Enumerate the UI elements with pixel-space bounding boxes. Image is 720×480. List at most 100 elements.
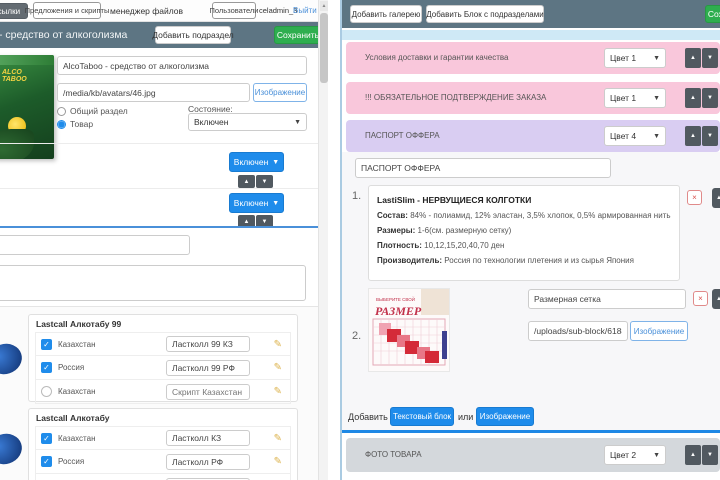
section-row-delivery[interactable]: Условия доставки и гарантии качества Цве… [346, 42, 720, 74]
section-title: ПАСПОРТ ОФФЕРА [365, 131, 440, 140]
item-number: 2. [352, 330, 362, 342]
script-row: ✓ Россия ✎ [35, 356, 291, 380]
section-title: ФОТО ТОВАРА [365, 450, 422, 459]
group-card-1: Lastcall Алкотабу 99 ✓ Казахстан ✎ ✓ Рос… [28, 314, 298, 404]
svg-text:РАЗМЕР: РАЗМЕР [375, 304, 422, 318]
save-button-right[interactable]: Сохранить [705, 5, 720, 23]
color-select[interactable]: Цвет 2 ▼ [604, 445, 666, 465]
checkbox-checked-icon[interactable]: ✓ [41, 338, 52, 350]
section-title: !!! ОБЯЗАТЕЛЬНОЕ ПОДТВЕРЖДЕНИЕ ЗАКАЗА [365, 93, 547, 102]
pencil-icon[interactable]: ✎ [274, 433, 282, 444]
radio-product[interactable]: Товар [57, 119, 93, 129]
add-text-block-button[interactable]: Текстовый блок [390, 407, 454, 426]
add-subsection-button[interactable]: Добавить подраздел [152, 26, 234, 44]
move-up-button[interactable]: ▲ [238, 175, 255, 188]
enabled-dropdown-1[interactable]: Включен ▼ [229, 152, 284, 172]
chevron-down-icon: ▼ [653, 132, 660, 140]
move-down-button[interactable]: ▼ [702, 48, 718, 68]
chevron-down-icon: ▼ [272, 199, 280, 207]
radio-product-icon[interactable] [57, 119, 66, 129]
checkbox-unchecked-icon[interactable] [41, 386, 52, 397]
save-button-left[interactable]: Сохранить [274, 26, 322, 44]
color-select[interactable]: Цвет 1 ▼ [604, 88, 666, 108]
subblock-image-path-input[interactable] [528, 321, 628, 341]
logout-link[interactable]: Выйти [293, 6, 317, 15]
item-line: Производитель: Россия по технологии плет… [377, 255, 634, 265]
script-row [35, 474, 291, 480]
offer-name-input[interactable] [57, 56, 307, 75]
size-chart-image: ВЫБЕРИТЕ СВОЙ РАЗМЕР [368, 288, 450, 372]
image-path-input[interactable] [57, 83, 250, 102]
move-up-button[interactable]: ▲ [685, 48, 701, 68]
script-name-input[interactable] [166, 453, 250, 470]
checkbox-checked-icon[interactable]: ✓ [41, 456, 52, 467]
item-line: Плотность: 10,12,15,20,40,70 ден [377, 240, 505, 250]
offers-scripts-button[interactable]: Предложения и скрипты [25, 2, 109, 19]
users-button[interactable]: Пользователи [210, 2, 258, 19]
color-select[interactable]: Цвет 4 ▼ [604, 126, 666, 146]
pencil-icon[interactable]: ✎ [274, 362, 282, 373]
move-down-button[interactable]: ▼ [702, 445, 718, 465]
script-name-input[interactable] [166, 430, 250, 446]
checkbox-checked-icon[interactable]: ✓ [41, 362, 52, 373]
move-up-button[interactable]: ▲ [685, 445, 701, 465]
image-button-left[interactable]: Изображение [253, 83, 307, 102]
pencil-icon[interactable]: ✎ [274, 339, 282, 350]
add-gallery-button[interactable]: Добавить галерею [350, 5, 422, 23]
radio-general-section[interactable]: Общий раздел [57, 106, 128, 116]
script-name-input[interactable] [166, 359, 250, 376]
or-label: или [458, 412, 474, 422]
section-row-order-confirm[interactable]: !!! ОБЯЗАТЕЛЬНОЕ ПОДТВЕРЖДЕНИЕ ЗАКАЗА Цв… [346, 82, 720, 114]
chevron-down-icon: ▼ [272, 158, 280, 166]
script-name-input[interactable] [166, 383, 250, 400]
pencil-icon[interactable]: ✎ [274, 456, 282, 467]
file-manager-link[interactable]: менеджер файлов [110, 6, 183, 16]
clipped-input-1[interactable] [0, 235, 190, 255]
move-up-button[interactable]: ▲ [685, 126, 701, 146]
color-select[interactable]: Цвет 1 ▼ [604, 48, 666, 68]
script-row: ✓ Казахстан ✎ [35, 426, 291, 450]
chevron-down-icon: ▼ [294, 118, 301, 126]
script-row: ✓ Россия ✎ [35, 450, 291, 474]
clipped-input-2[interactable] [0, 265, 306, 301]
script-row: Казахстан ✎ [35, 380, 291, 404]
divider-strip [342, 30, 720, 40]
item-line: Состав: 84% - полиамид, 12% эластан, 3,5… [377, 210, 671, 220]
screen: Ссылки Предложения и скрипты менеджер фа… [0, 0, 720, 480]
passport-title-input[interactable] [355, 158, 611, 178]
move-down-button[interactable]: ▼ [702, 88, 718, 108]
checkbox-checked-icon[interactable]: ✓ [41, 432, 52, 444]
move-down-button[interactable]: ▼ [256, 175, 273, 188]
divider [0, 226, 318, 228]
script-name-input[interactable] [166, 336, 250, 352]
section-row-passport[interactable]: ПАСПОРТ ОФФЕРА Цвет 4 ▼ ▲ ▼ [346, 120, 720, 152]
move-up-button[interactable]: ▲ [712, 289, 720, 309]
pencil-icon[interactable]: ✎ [274, 386, 282, 397]
svg-text:ВЫБЕРИТЕ СВОЙ: ВЫБЕРИТЕ СВОЙ [376, 295, 415, 302]
caption-input[interactable] [528, 289, 686, 309]
add-block-with-subsections-button[interactable]: Добавить Блок с подразделами [426, 5, 544, 23]
image-button-right[interactable]: Изображение [630, 321, 688, 341]
group-card-2: Lastcall Алкотабу ✓ Казахстан ✎ ✓ Россия… [28, 408, 298, 480]
move-up-button[interactable]: ▲ [712, 188, 720, 208]
section-row-photo[interactable]: ФОТО ТОВАРА Цвет 2 ▼ ▲ ▼ [346, 438, 720, 472]
right-pane-header: Добавить галерею Добавить Блок с подразд… [342, 0, 720, 28]
scrollbar-thumb[interactable] [320, 13, 328, 83]
group-title: Lastcall Алкотабу [36, 413, 110, 423]
divider [342, 430, 720, 433]
enabled-dropdown-2[interactable]: Включен ▼ [229, 193, 284, 213]
move-down-button[interactable]: ▼ [702, 126, 718, 146]
chevron-down-icon: ▼ [653, 451, 660, 459]
delete-item-button[interactable]: × [693, 291, 708, 306]
add-image-button[interactable]: Изображение [476, 407, 534, 426]
delete-item-button[interactable]: × [687, 190, 702, 205]
top-bar: Ссылки Предложения и скрипты менеджер фа… [0, 0, 328, 22]
username-label: celadmin_3 [259, 6, 298, 15]
radio-general-icon[interactable] [57, 106, 66, 116]
scrollbar[interactable]: ▲ [318, 0, 328, 480]
move-up-button[interactable]: ▲ [685, 88, 701, 108]
state-select[interactable]: Включен ▼ [188, 113, 307, 131]
subblock-row: Включен ▼ ▲ ▼ [0, 143, 318, 188]
scroll-up-icon[interactable]: ▲ [320, 1, 328, 11]
section-title: Условия доставки и гарантии качества [365, 53, 509, 62]
